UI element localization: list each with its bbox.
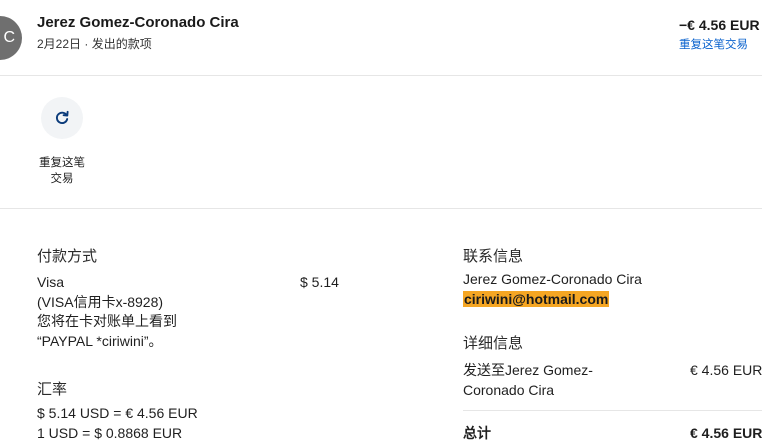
payment-method-details: Visa (VISA信用卡x-8928) 您将在卡对账单上看到 “PAYPAL … (37, 273, 247, 351)
avatar-initials: C (3, 29, 15, 46)
payment-card: (VISA信用卡x-8928) (37, 293, 164, 310)
exchange-rate-title: 汇率 (37, 381, 68, 398)
payment-amount: $ 5.14 (300, 274, 339, 290)
contact-email-row: ciriwini@hotmail.com (463, 290, 610, 310)
transaction-type: 发出的款项 (91, 37, 152, 51)
sent-to-line1: 发送至Jerez Gomez- (463, 362, 593, 378)
sent-to-label: 发送至Jerez Gomez- Coronado Cira (463, 361, 663, 400)
statement-note-line1: 您将在卡对账单上看到 (37, 313, 177, 329)
details-title: 详细信息 (463, 335, 524, 352)
refresh-icon (56, 110, 69, 124)
payment-method-title: 付款方式 (37, 248, 98, 265)
transaction-amount: −€ 4.56 EUR (679, 17, 760, 33)
sent-amount: € 4.56 EUR (690, 362, 762, 378)
contact-name: Jerez Gomez-Coronado Cira (463, 271, 642, 287)
exchange-rate-line1: $ 5.14 USD = € 4.56 EUR (37, 405, 198, 421)
counterparty-name: Jerez Gomez-Coronado Cira (37, 14, 239, 31)
payment-method-name: Visa (37, 274, 64, 290)
exchange-rate-details: $ 5.14 USD = € 4.56 EUR 1 USD = $ 0.8868… (37, 404, 198, 443)
exchange-rate-line2: 1 USD = $ 0.8868 EUR (37, 424, 183, 441)
details-divider (463, 410, 762, 411)
contact-email[interactable]: ciriwini@hotmail.com (463, 291, 610, 307)
total-label: 总计 (463, 425, 491, 441)
transaction-date: 2月22日 (37, 37, 82, 51)
transaction-subline: 2月22日 · 发出的款项 (37, 35, 152, 52)
sent-to-line2: Coronado Cira (463, 381, 555, 398)
total-amount: € 4.56 EUR (690, 425, 762, 441)
repeat-transaction-button[interactable] (41, 97, 83, 139)
avatar: C (0, 16, 22, 60)
repeat-transaction-link[interactable]: 重复这笔交易 (679, 36, 748, 52)
statement-note-line2: “PAYPAL *ciriwini”。 (37, 332, 163, 349)
subline-separator: · (84, 37, 89, 51)
repeat-transaction-label: 重复这笔交易 (39, 157, 85, 185)
contact-info-title: 联系信息 (463, 248, 524, 265)
actions-divider (0, 208, 762, 209)
header-divider (0, 75, 762, 76)
